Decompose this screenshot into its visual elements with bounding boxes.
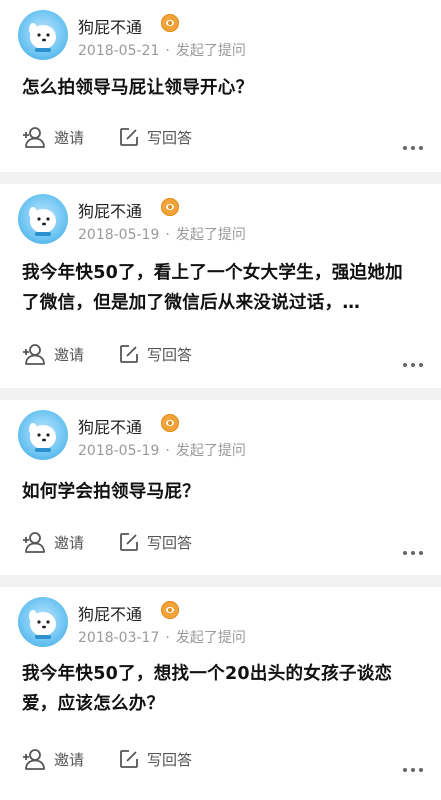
- card-divider: [0, 575, 441, 587]
- edit-pencil-icon: [120, 128, 138, 146]
- feed-card[interactable]: 狗屁不通 2018-05-19 · 发起了提问 我今年快50了，看上了一个女大学生，…: [0, 184, 441, 388]
- avatar-dog-icon: [29, 207, 56, 236]
- username[interactable]: 狗屁不通: [78, 198, 142, 222]
- invite-label: 邀请: [54, 750, 85, 769]
- meta-separator: ·: [165, 43, 170, 59]
- write-answer-button[interactable]: 写回答: [119, 530, 192, 554]
- post-action: 发起了提问: [175, 43, 246, 59]
- meta-separator: ·: [165, 630, 170, 646]
- avatar-dog-icon: [29, 23, 56, 52]
- question-title[interactable]: 我今年快50了，看上了一个女大学生，强迫她加了微信，但是加了微信后从来没说过话，…: [22, 258, 419, 318]
- edit-pencil-icon: [120, 750, 138, 768]
- invite-label: 邀请: [54, 345, 85, 364]
- post-action: 发起了提问: [175, 630, 246, 646]
- invite-person-plus-icon: [23, 127, 45, 148]
- card-header: 狗屁不通 2018-05-19 · 发起了提问: [18, 410, 418, 460]
- badge-eye-icon: [161, 198, 179, 216]
- card-header: 狗屁不通 2018-03-17 · 发起了提问: [18, 597, 418, 647]
- more-dots-icon[interactable]: [399, 757, 423, 776]
- meta-separator: ·: [165, 227, 170, 243]
- post-date: 2018-05-21: [78, 43, 160, 59]
- invite-button[interactable]: 邀请: [22, 125, 84, 149]
- question-feed: 狗屁不通 2018-05-21 · 发起了提问 怎么拍领导马屁让领导开心？ 邀请: [0, 0, 441, 800]
- post-date: 2018-05-19: [78, 443, 160, 459]
- card-header: 狗屁不通 2018-05-21 · 发起了提问: [18, 10, 418, 60]
- avatar[interactable]: [18, 10, 68, 60]
- badge-eye-icon: [161, 601, 179, 619]
- card-divider: [0, 172, 441, 184]
- avatar-dog-icon: [29, 610, 56, 639]
- avatar[interactable]: [18, 597, 68, 647]
- card-actions: 邀请 写回答: [22, 747, 423, 772]
- badge-eye-icon: [161, 414, 179, 432]
- write-answer-label: 写回答: [147, 128, 193, 147]
- edit-pencil-icon: [120, 345, 138, 363]
- post-meta: 2018-05-19 · 发起了提问: [78, 440, 246, 460]
- invite-person-plus-icon: [23, 344, 45, 365]
- username[interactable]: 狗屁不通: [78, 14, 142, 38]
- invite-button[interactable]: 邀请: [22, 530, 84, 554]
- card-header: 狗屁不通 2018-05-19 · 发起了提问: [18, 194, 418, 244]
- write-answer-label: 写回答: [147, 345, 193, 364]
- invite-person-plus-icon: [23, 749, 45, 770]
- write-answer-label: 写回答: [147, 750, 193, 769]
- invite-label: 邀请: [54, 128, 85, 147]
- question-title[interactable]: 怎么拍领导马屁让领导开心？: [22, 73, 419, 103]
- invite-button[interactable]: 邀请: [22, 342, 84, 366]
- badge-eye-icon: [161, 14, 179, 32]
- avatar[interactable]: [18, 194, 68, 244]
- question-title[interactable]: 我今年快50了，想找一个20出头的女孩子谈恋爱，应该怎么办？: [22, 659, 419, 719]
- write-answer-button[interactable]: 写回答: [119, 125, 192, 149]
- post-meta: 2018-05-19 · 发起了提问: [78, 224, 246, 244]
- edit-pencil-icon: [120, 533, 138, 551]
- username[interactable]: 狗屁不通: [78, 414, 142, 438]
- post-action: 发起了提问: [175, 443, 246, 459]
- more-dots-icon[interactable]: [399, 540, 423, 559]
- question-title[interactable]: 如何学会拍领导马屁？: [22, 477, 419, 507]
- invite-label: 邀请: [54, 533, 85, 552]
- feed-card[interactable]: 狗屁不通 2018-03-17 · 发起了提问 我今年快50了，想找一个20出头的女…: [0, 587, 441, 800]
- feed-card[interactable]: 狗屁不通 2018-05-21 · 发起了提问 怎么拍领导马屁让领导开心？ 邀请: [0, 0, 441, 172]
- post-action: 发起了提问: [175, 227, 246, 243]
- meta-separator: ·: [165, 443, 170, 459]
- more-dots-icon[interactable]: [399, 352, 423, 371]
- post-date: 2018-03-17: [78, 630, 160, 646]
- card-divider: [0, 388, 441, 400]
- write-answer-button[interactable]: 写回答: [119, 342, 192, 366]
- post-meta: 2018-05-21 · 发起了提问: [78, 40, 246, 60]
- post-meta: 2018-03-17 · 发起了提问: [78, 627, 246, 647]
- avatar-dog-icon: [29, 423, 56, 452]
- card-actions: 邀请 写回答: [22, 125, 423, 150]
- card-actions: 邀请 写回答: [22, 530, 423, 555]
- username[interactable]: 狗屁不通: [78, 601, 142, 625]
- post-date: 2018-05-19: [78, 227, 160, 243]
- write-answer-label: 写回答: [147, 533, 193, 552]
- write-answer-button[interactable]: 写回答: [119, 747, 192, 771]
- more-dots-icon[interactable]: [399, 135, 423, 154]
- feed-card[interactable]: 狗屁不通 2018-05-19 · 发起了提问 如何学会拍领导马屁？ 邀请 写回…: [0, 400, 441, 575]
- card-actions: 邀请 写回答: [22, 342, 423, 367]
- invite-person-plus-icon: [23, 532, 45, 553]
- avatar[interactable]: [18, 410, 68, 460]
- invite-button[interactable]: 邀请: [22, 747, 84, 771]
